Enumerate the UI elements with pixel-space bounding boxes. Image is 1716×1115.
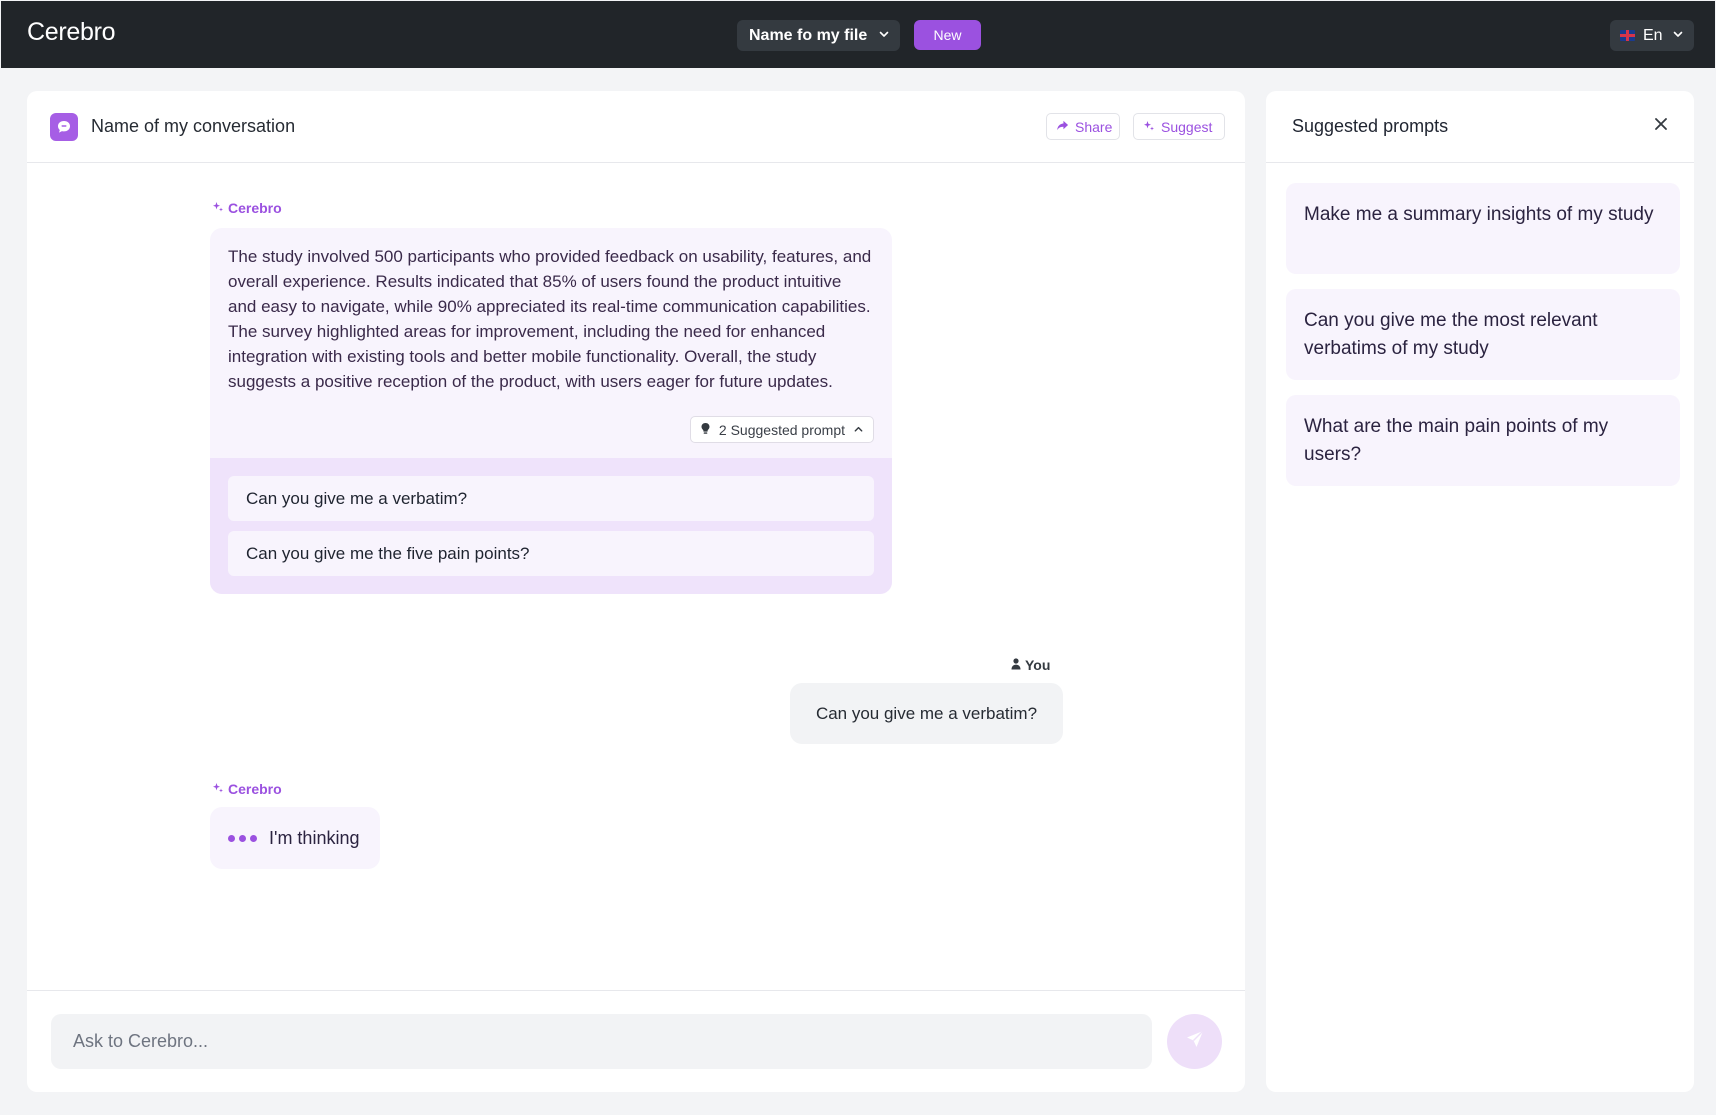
- language-label: En: [1643, 26, 1663, 44]
- suggest-button[interactable]: Suggest: [1133, 113, 1225, 140]
- flag-uk-icon: [1620, 30, 1635, 41]
- lightbulb-icon: [700, 422, 711, 438]
- new-button[interactable]: New: [914, 20, 981, 50]
- user-message: Can you give me a verbatim?: [790, 683, 1063, 744]
- user-sender-label: You: [1011, 657, 1050, 673]
- close-icon[interactable]: [1654, 117, 1668, 136]
- send-button[interactable]: [1167, 1014, 1222, 1069]
- suggest-label: Suggest: [1161, 118, 1213, 135]
- chevron-up-icon: [853, 422, 864, 438]
- ai-sender-name: Cerebro: [228, 781, 282, 797]
- suggested-prompt-item[interactable]: Can you give me a verbatim?: [228, 476, 874, 521]
- suggested-prompts-header: Suggested prompts: [1266, 91, 1694, 163]
- sparkle-icon: [1143, 119, 1155, 135]
- suggested-prompt-card[interactable]: Make me a summary insights of my study: [1286, 183, 1680, 274]
- send-icon: [1184, 1028, 1206, 1055]
- suggested-prompts-panel: Suggested prompts Make me a summary insi…: [1266, 91, 1694, 1092]
- suggested-prompts-title: Suggested prompts: [1292, 116, 1449, 136]
- ai-sender-label: Cerebro: [212, 781, 282, 797]
- app-logo[interactable]: Cerebro: [27, 18, 116, 47]
- conversation-header: Name of my conversation Share Suggest: [27, 91, 1245, 163]
- chevron-down-icon: [1672, 27, 1684, 45]
- share-button[interactable]: Share: [1046, 113, 1120, 140]
- chevron-down-icon: [878, 27, 890, 45]
- conversation-title: Name of my conversation: [91, 116, 296, 136]
- language-select[interactable]: En: [1610, 20, 1694, 51]
- user-sender-name: You: [1025, 657, 1051, 673]
- thinking-indicator: I'm thinking: [210, 807, 380, 869]
- suggested-prompt-item[interactable]: Can you give me the five pain points?: [228, 531, 874, 576]
- file-select-label: Name fo my file: [749, 26, 868, 44]
- share-icon: [1056, 119, 1069, 135]
- user-icon: [1011, 657, 1021, 673]
- chat-panel: Name of my conversation Share Suggest Ce…: [27, 91, 1245, 1092]
- inline-suggested-prompts: Can you give me a verbatim? Can you give…: [210, 458, 892, 594]
- ai-message: The study involved 500 participants who …: [210, 228, 892, 594]
- composer: [27, 990, 1245, 1092]
- suggested-prompt-card[interactable]: Can you give me the most relevant verbat…: [1286, 289, 1680, 380]
- thinking-text: I'm thinking: [269, 827, 360, 848]
- share-label: Share: [1075, 118, 1113, 135]
- suggested-prompts-toggle[interactable]: 2 Suggested prompt: [689, 416, 874, 443]
- top-bar: Cerebro Name fo my file New En: [1, 1, 1715, 68]
- ai-sender-label: Cerebro: [212, 200, 282, 216]
- chat-input[interactable]: [51, 1014, 1152, 1069]
- sparkle-icon: [212, 781, 224, 797]
- file-select[interactable]: Name fo my file: [737, 20, 900, 51]
- suggested-prompts-count: 2 Suggested prompt: [718, 421, 845, 438]
- sparkle-icon: [212, 200, 224, 216]
- chat-icon: [50, 112, 78, 141]
- ai-message-text: The study involved 500 participants who …: [228, 247, 872, 391]
- suggested-prompt-card[interactable]: What are the main pain points of my user…: [1286, 395, 1680, 486]
- typing-dots-icon: [228, 834, 257, 842]
- ai-sender-name: Cerebro: [228, 200, 282, 216]
